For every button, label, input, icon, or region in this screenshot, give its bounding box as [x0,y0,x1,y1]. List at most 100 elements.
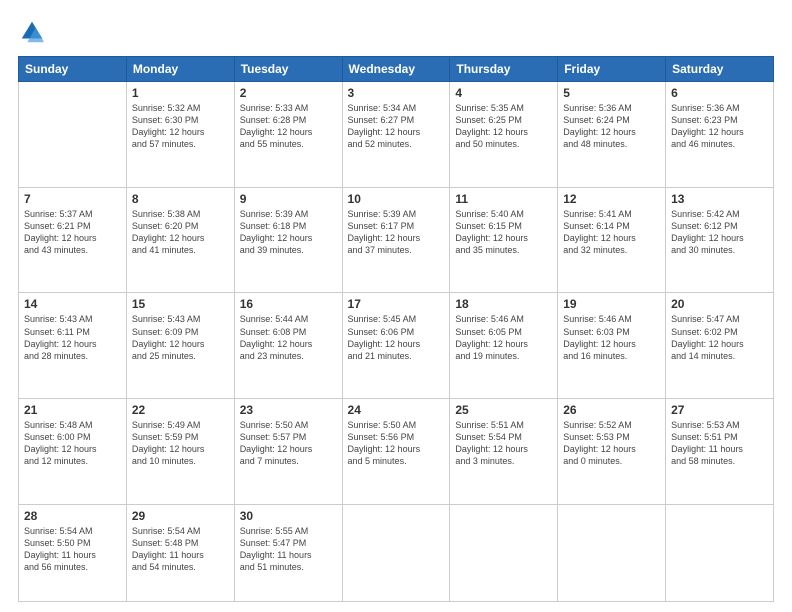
calendar-cell [19,82,127,188]
day-number: 9 [240,192,337,206]
day-number: 13 [671,192,768,206]
day-info: Sunrise: 5:53 AMSunset: 5:51 PMDaylight:… [671,419,768,468]
day-info: Sunrise: 5:32 AMSunset: 6:30 PMDaylight:… [132,102,229,151]
day-info: Sunrise: 5:37 AMSunset: 6:21 PMDaylight:… [24,208,121,257]
calendar-cell [342,504,450,601]
day-info: Sunrise: 5:43 AMSunset: 6:09 PMDaylight:… [132,313,229,362]
day-info: Sunrise: 5:35 AMSunset: 6:25 PMDaylight:… [455,102,552,151]
calendar-cell: 7 Sunrise: 5:37 AMSunset: 6:21 PMDaylight… [19,187,127,293]
calendar-cell: 15 Sunrise: 5:43 AMSunset: 6:09 PMDayligh… [126,293,234,399]
day-number: 7 [24,192,121,206]
day-info: Sunrise: 5:45 AMSunset: 6:06 PMDaylight:… [348,313,445,362]
calendar-cell: 27 Sunrise: 5:53 AMSunset: 5:51 PMDayligh… [666,399,774,505]
day-info: Sunrise: 5:33 AMSunset: 6:28 PMDaylight:… [240,102,337,151]
calendar-cell: 10 Sunrise: 5:39 AMSunset: 6:17 PMDayligh… [342,187,450,293]
day-number: 1 [132,86,229,100]
day-number: 15 [132,297,229,311]
day-info: Sunrise: 5:43 AMSunset: 6:11 PMDaylight:… [24,313,121,362]
day-info: Sunrise: 5:39 AMSunset: 6:17 PMDaylight:… [348,208,445,257]
day-number: 4 [455,86,552,100]
calendar-day-header: Tuesday [234,57,342,82]
day-info: Sunrise: 5:36 AMSunset: 6:23 PMDaylight:… [671,102,768,151]
calendar-day-header: Wednesday [342,57,450,82]
day-number: 25 [455,403,552,417]
day-number: 27 [671,403,768,417]
calendar-cell: 17Sunrise: 5:45 AMSunset: 6:06 PMDayligh… [342,293,450,399]
day-number: 8 [132,192,229,206]
day-info: Sunrise: 5:38 AMSunset: 6:20 PMDaylight:… [132,208,229,257]
header [18,18,774,46]
day-info: Sunrise: 5:46 AMSunset: 6:05 PMDaylight:… [455,313,552,362]
calendar-cell [558,504,666,601]
calendar-cell [450,504,558,601]
calendar-week-row: 1 Sunrise: 5:32 AMSunset: 6:30 PMDaylight… [19,82,774,188]
calendar-cell: 8 Sunrise: 5:38 AMSunset: 6:20 PMDaylight… [126,187,234,293]
calendar-cell: 4 Sunrise: 5:35 AMSunset: 6:25 PMDaylight… [450,82,558,188]
calendar-cell: 28 Sunrise: 5:54 AMSunset: 5:50 PMDayligh… [19,504,127,601]
logo [18,18,50,46]
day-number: 14 [24,297,121,311]
day-info: Sunrise: 5:49 AMSunset: 5:59 PMDaylight:… [132,419,229,468]
calendar-cell: 30Sunrise: 5:55 AMSunset: 5:47 PMDayligh… [234,504,342,601]
day-number: 21 [24,403,121,417]
calendar-table: SundayMondayTuesdayWednesdayThursdayFrid… [18,56,774,602]
day-info: Sunrise: 5:54 AMSunset: 5:48 PMDaylight:… [132,525,229,574]
calendar-cell: 24 Sunrise: 5:50 AMSunset: 5:56 PMDayligh… [342,399,450,505]
calendar-cell: 29Sunrise: 5:54 AMSunset: 5:48 PMDayligh… [126,504,234,601]
calendar-cell: 14 Sunrise: 5:43 AMSunset: 6:11 PMDayligh… [19,293,127,399]
calendar-cell: 6Sunrise: 5:36 AMSunset: 6:23 PMDaylight… [666,82,774,188]
day-info: Sunrise: 5:50 AMSunset: 5:57 PMDaylight:… [240,419,337,468]
day-info: Sunrise: 5:47 AMSunset: 6:02 PMDaylight:… [671,313,768,362]
calendar-day-header: Monday [126,57,234,82]
day-number: 28 [24,509,121,523]
calendar-cell: 12 Sunrise: 5:41 AMSunset: 6:14 PMDayligh… [558,187,666,293]
day-info: Sunrise: 5:51 AMSunset: 5:54 PMDaylight:… [455,419,552,468]
day-info: Sunrise: 5:50 AMSunset: 5:56 PMDaylight:… [348,419,445,468]
day-number: 3 [348,86,445,100]
day-info: Sunrise: 5:34 AMSunset: 6:27 PMDaylight:… [348,102,445,151]
calendar-day-header: Friday [558,57,666,82]
day-info: Sunrise: 5:54 AMSunset: 5:50 PMDaylight:… [24,525,121,574]
day-info: Sunrise: 5:41 AMSunset: 6:14 PMDaylight:… [563,208,660,257]
day-number: 16 [240,297,337,311]
calendar-cell: 3 Sunrise: 5:34 AMSunset: 6:27 PMDaylight… [342,82,450,188]
day-info: Sunrise: 5:42 AMSunset: 6:12 PMDaylight:… [671,208,768,257]
calendar-cell: 11Sunrise: 5:40 AMSunset: 6:15 PMDayligh… [450,187,558,293]
calendar-week-row: 28 Sunrise: 5:54 AMSunset: 5:50 PMDayligh… [19,504,774,601]
calendar-cell: 2 Sunrise: 5:33 AMSunset: 6:28 PMDaylight… [234,82,342,188]
calendar-header-row: SundayMondayTuesdayWednesdayThursdayFrid… [19,57,774,82]
calendar-cell: 19Sunrise: 5:46 AMSunset: 6:03 PMDayligh… [558,293,666,399]
day-number: 22 [132,403,229,417]
day-info: Sunrise: 5:39 AMSunset: 6:18 PMDaylight:… [240,208,337,257]
day-number: 30 [240,509,337,523]
day-number: 5 [563,86,660,100]
calendar-cell: 13 Sunrise: 5:42 AMSunset: 6:12 PMDayligh… [666,187,774,293]
page: SundayMondayTuesdayWednesdayThursdayFrid… [0,0,792,612]
calendar-cell [666,504,774,601]
calendar-cell: 1 Sunrise: 5:32 AMSunset: 6:30 PMDaylight… [126,82,234,188]
calendar-week-row: 21Sunrise: 5:48 AMSunset: 6:00 PMDayligh… [19,399,774,505]
day-number: 18 [455,297,552,311]
calendar-cell: 9 Sunrise: 5:39 AMSunset: 6:18 PMDaylight… [234,187,342,293]
day-info: Sunrise: 5:36 AMSunset: 6:24 PMDaylight:… [563,102,660,151]
day-number: 24 [348,403,445,417]
calendar-day-header: Saturday [666,57,774,82]
calendar-cell: 5 Sunrise: 5:36 AMSunset: 6:24 PMDaylight… [558,82,666,188]
calendar-cell: 16 Sunrise: 5:44 AMSunset: 6:08 PMDayligh… [234,293,342,399]
day-info: Sunrise: 5:46 AMSunset: 6:03 PMDaylight:… [563,313,660,362]
day-number: 26 [563,403,660,417]
day-number: 12 [563,192,660,206]
day-info: Sunrise: 5:44 AMSunset: 6:08 PMDaylight:… [240,313,337,362]
calendar-day-header: Thursday [450,57,558,82]
calendar-cell: 18 Sunrise: 5:46 AMSunset: 6:05 PMDayligh… [450,293,558,399]
day-number: 10 [348,192,445,206]
day-info: Sunrise: 5:52 AMSunset: 5:53 PMDaylight:… [563,419,660,468]
calendar-cell: 23Sunrise: 5:50 AMSunset: 5:57 PMDayligh… [234,399,342,505]
calendar-week-row: 14 Sunrise: 5:43 AMSunset: 6:11 PMDayligh… [19,293,774,399]
day-number: 2 [240,86,337,100]
calendar-cell: 25 Sunrise: 5:51 AMSunset: 5:54 PMDayligh… [450,399,558,505]
day-number: 20 [671,297,768,311]
calendar-cell: 20 Sunrise: 5:47 AMSunset: 6:02 PMDayligh… [666,293,774,399]
day-number: 11 [455,192,552,206]
logo-icon [18,18,46,46]
